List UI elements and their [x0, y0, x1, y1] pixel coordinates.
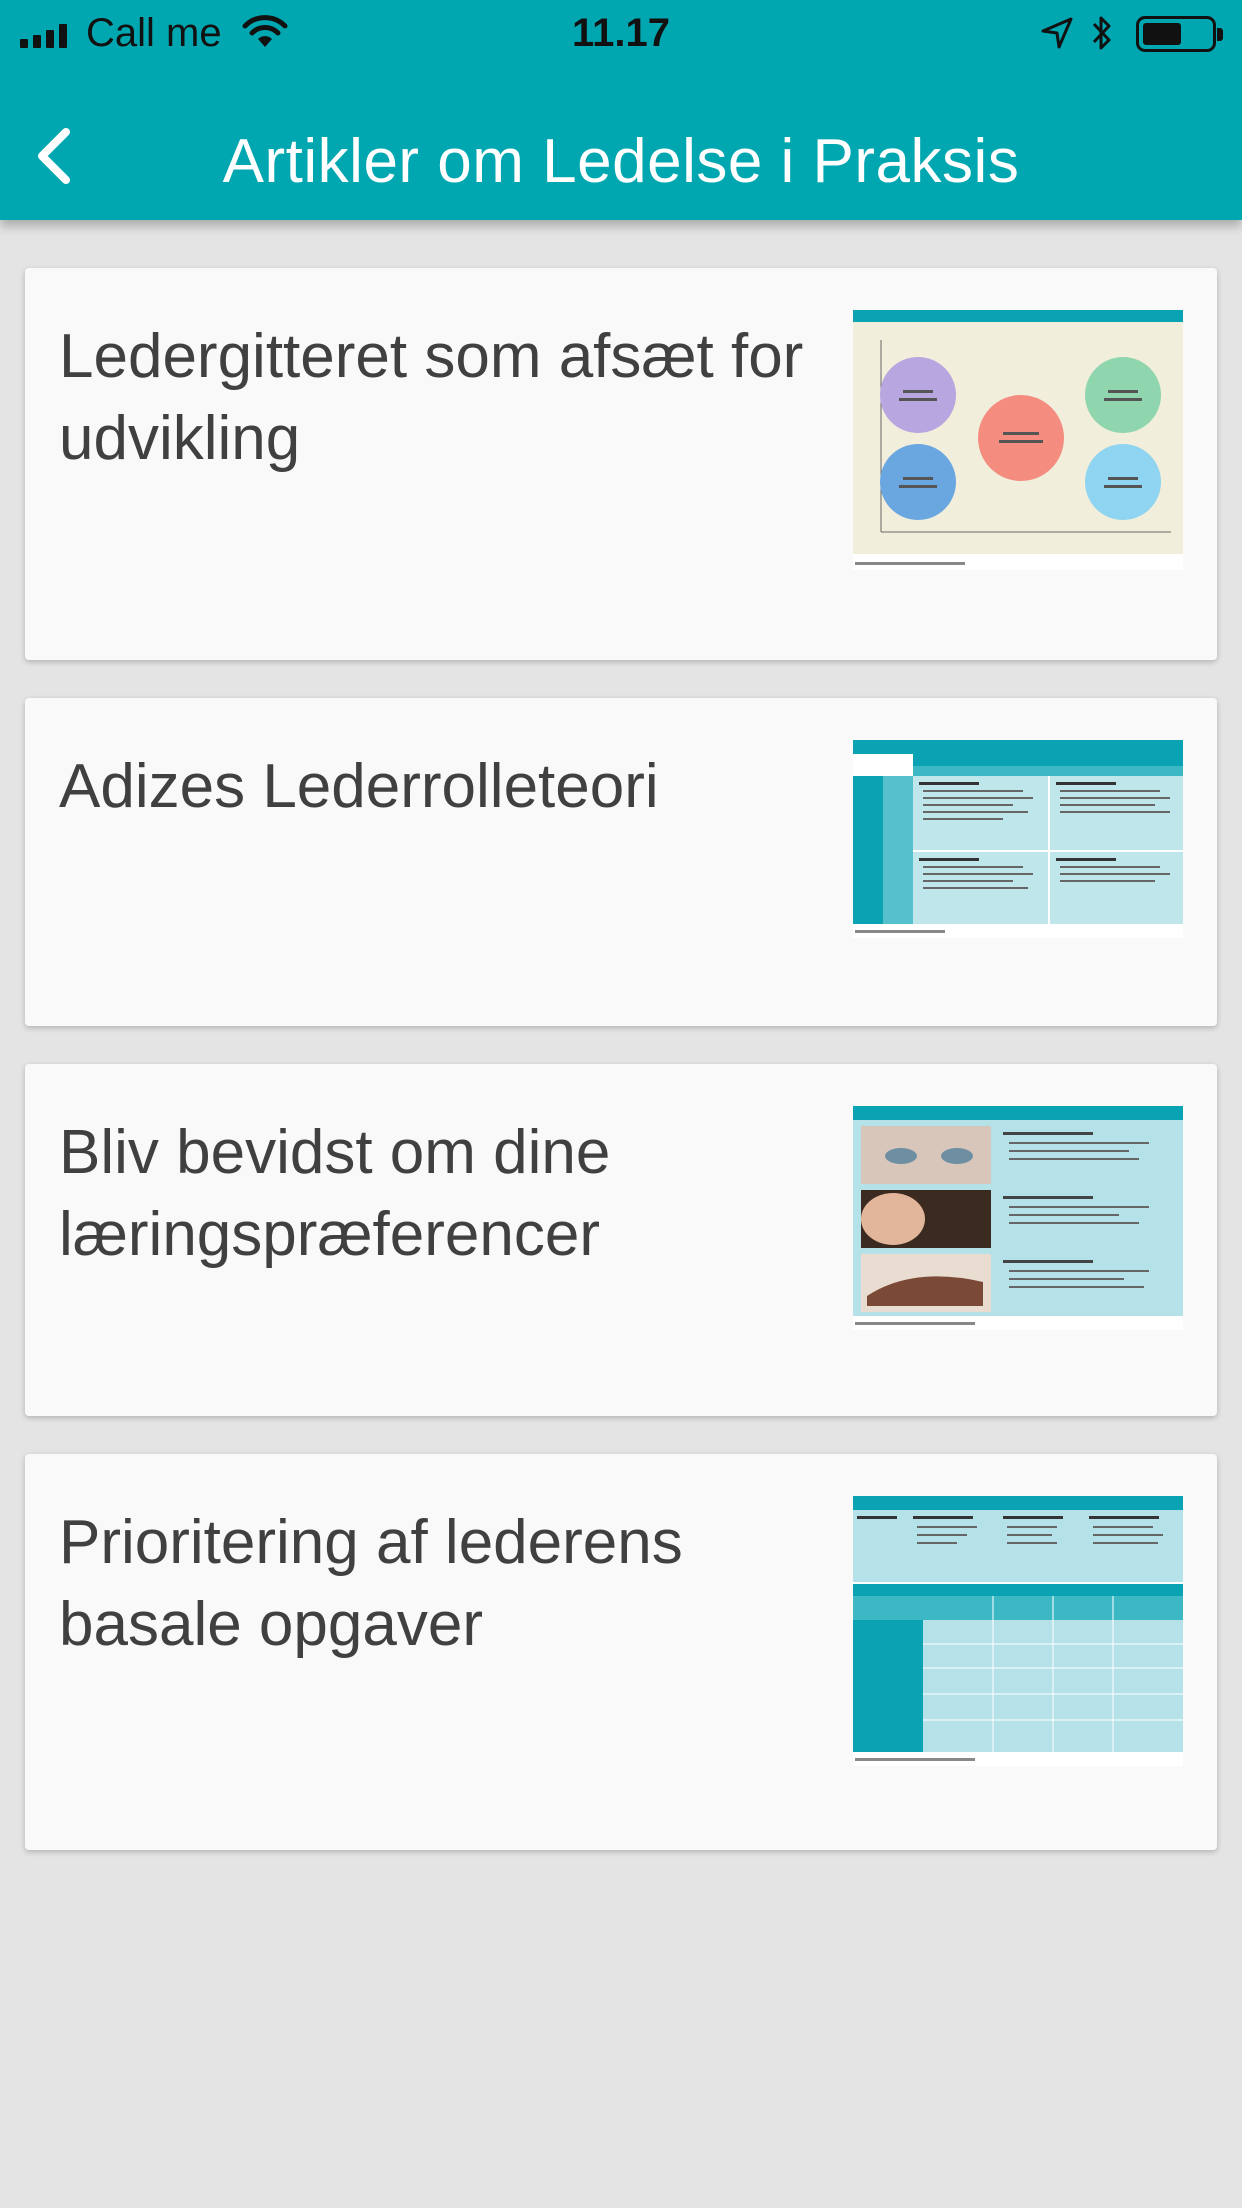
bluetooth-icon	[1092, 16, 1111, 50]
article-thumbnail	[853, 740, 1183, 938]
article-card[interactable]: Ledergitteret som afsæt for udvikling	[25, 268, 1217, 660]
article-thumbnail	[853, 1106, 1183, 1330]
article-title: Adizes Lederrolleteori	[59, 752, 659, 821]
page-title: Artikler om Ledelse i Praksis	[222, 127, 1020, 196]
status-bar: Call me 11.17	[0, 0, 1242, 70]
article-card[interactable]: Bliv bevidst om dine læringspræferencer	[25, 1064, 1217, 1416]
article-card[interactable]: Adizes Lederrolleteori	[25, 698, 1217, 1026]
article-thumbnail	[853, 310, 1183, 570]
article-card[interactable]: Prioritering af lederens basale opgaver	[25, 1454, 1217, 1850]
article-title: Ledergitteret som afsæt for udvikling	[59, 322, 804, 473]
article-thumbnail	[853, 1496, 1183, 1766]
article-title: Bliv bevidst om dine læringspræferencer	[59, 1118, 611, 1269]
battery-icon	[1136, 16, 1223, 52]
article-title: Prioritering af lederens basale opgaver	[59, 1508, 683, 1659]
navigation-bar: Call me 11.17 Artikler om Ledelse i Prak…	[0, 0, 1242, 220]
location-icon	[1041, 17, 1073, 49]
